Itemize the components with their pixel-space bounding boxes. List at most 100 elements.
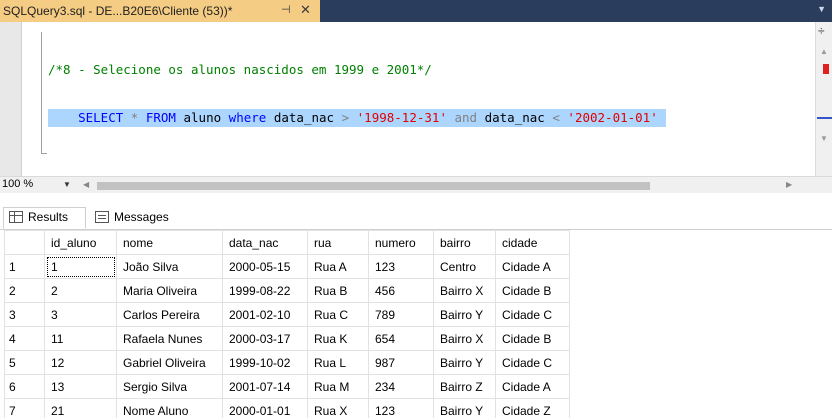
cell-rua[interactable]: Rua X — [307, 398, 369, 418]
cell-bairro[interactable]: Bairro Z — [433, 374, 496, 399]
row-number[interactable]: 2 — [4, 278, 45, 303]
scroll-up-icon[interactable]: ▲ — [820, 47, 828, 56]
cell-cidade[interactable]: Cidade A — [495, 254, 570, 279]
cell-rua[interactable]: Rua B — [307, 278, 369, 303]
cell-rua[interactable]: Rua A — [307, 254, 369, 279]
scroll-left-icon[interactable]: ◀ — [83, 180, 89, 189]
cell-bairro[interactable]: Bairro X — [433, 326, 496, 351]
keyword-select: SELECT — [78, 110, 124, 125]
document-tab[interactable]: SQLQuery3.sql - DE...B20E6\Cliente (53))… — [0, 0, 320, 22]
cell-numero[interactable]: 987 — [368, 350, 434, 375]
editor-vertical-scrollbar[interactable]: ÷ ▲ ▼ — [815, 22, 832, 176]
cell-numero[interactable]: 456 — [368, 278, 434, 303]
scroll-down-icon[interactable]: ▼ — [820, 134, 828, 143]
cell-numero[interactable]: 123 — [368, 398, 434, 418]
cell-nome[interactable]: Gabriel Oliveira — [116, 350, 223, 375]
row-number[interactable]: 4 — [4, 326, 45, 351]
row-number[interactable]: 1 — [4, 254, 45, 279]
header-nome[interactable]: nome — [116, 230, 223, 255]
cell-data_nac[interactable]: 2001-07-14 — [222, 374, 308, 399]
row-number[interactable]: 3 — [4, 302, 45, 327]
error-marker — [823, 64, 829, 74]
cell-cidade[interactable]: Cidade B — [495, 278, 570, 303]
row-number[interactable]: 6 — [4, 374, 45, 399]
header-bairro[interactable]: bairro — [433, 230, 496, 255]
chevron-down-icon[interactable]: ▼ — [63, 180, 71, 189]
header-rua[interactable]: rua — [307, 230, 369, 255]
row-number[interactable]: 5 — [4, 350, 45, 375]
horizontal-scroll-thumb[interactable] — [97, 182, 650, 190]
cell-cidade[interactable]: Cidade C — [495, 350, 570, 375]
cell-data_nac[interactable]: 2000-03-17 — [222, 326, 308, 351]
table-row[interactable]: 7 21 Nome Aluno 2000-01-01 Rua X 123 Bai… — [4, 398, 570, 418]
cell-id_aluno[interactable]: 12 — [44, 350, 117, 375]
split-icon[interactable]: ÷ — [818, 24, 825, 38]
tab-messages-label: Messages — [114, 210, 169, 224]
cell-data_nac[interactable]: 2001-02-10 — [222, 302, 308, 327]
cell-nome[interactable]: Rafaela Nunes — [116, 326, 223, 351]
tab-messages[interactable]: Messages — [95, 206, 169, 228]
tab-overflow-icon[interactable]: ▼ — [817, 4, 826, 14]
cell-id_aluno[interactable]: 1 — [44, 254, 117, 279]
cell-numero[interactable]: 789 — [368, 302, 434, 327]
table-row[interactable]: 5 12 Gabriel Oliveira 1999-10-02 Rua L 9… — [4, 350, 570, 375]
editor-gutter — [0, 22, 22, 176]
code-text[interactable]: /*8 - Selecione os alunos nascidos em 19… — [48, 31, 666, 157]
cell-rua[interactable]: Rua L — [307, 350, 369, 375]
header-numero[interactable]: numero — [368, 230, 434, 255]
close-icon[interactable]: ✕ — [300, 2, 311, 18]
table-row[interactable]: 1 1 João Silva 2000-05-15 Rua A 123 Cent… — [4, 254, 570, 279]
tab-results[interactable]: Results — [9, 206, 68, 228]
code-line-comment: /*8 - Selecione os alunos nascidos em 19… — [48, 61, 666, 79]
cell-bairro[interactable]: Bairro Y — [433, 350, 496, 375]
cell-data_nac[interactable]: 1999-08-22 — [222, 278, 308, 303]
cell-rua[interactable]: Rua C — [307, 302, 369, 327]
cell-cidade[interactable]: Cidade B — [495, 326, 570, 351]
token-and: and — [454, 110, 478, 125]
cell-id_aluno[interactable]: 21 — [44, 398, 117, 418]
cell-cidade[interactable]: Cidade A — [495, 374, 570, 399]
table-row[interactable]: 4 11 Rafaela Nunes 2000-03-17 Rua K 654 … — [4, 326, 570, 351]
keyword-where: where — [228, 110, 267, 125]
cell-data_nac[interactable]: 1999-10-02 — [222, 350, 308, 375]
cell-nome[interactable]: Sergio Silva — [116, 374, 223, 399]
cell-id_aluno[interactable]: 3 — [44, 302, 117, 327]
cell-numero[interactable]: 234 — [368, 374, 434, 399]
row-number[interactable]: 7 — [4, 398, 45, 418]
header-cidade[interactable]: cidade — [495, 230, 570, 255]
cell-id_aluno[interactable]: 11 — [44, 326, 117, 351]
cell-numero[interactable]: 654 — [368, 326, 434, 351]
scroll-right-icon[interactable]: ▶ — [786, 180, 792, 189]
cell-numero[interactable]: 123 — [368, 254, 434, 279]
cell-cidade[interactable]: Cidade C — [495, 302, 570, 327]
cell-cidade[interactable]: Cidade Z — [495, 398, 570, 418]
cell-bairro[interactable]: Bairro Y — [433, 302, 496, 327]
cell-bairro[interactable]: Bairro X — [433, 278, 496, 303]
cell-rua[interactable]: Rua K — [307, 326, 369, 351]
token-column: data_nac — [273, 110, 335, 125]
cell-bairro[interactable]: Centro — [433, 254, 496, 279]
table-row[interactable]: 6 13 Sergio Silva 2001-07-14 Rua M 234 B… — [4, 374, 570, 399]
table-row[interactable]: 3 3 Carlos Pereira 2001-02-10 Rua C 789 … — [4, 302, 570, 327]
results-grid[interactable]: id_aluno nome data_nac rua numero bairro… — [0, 230, 832, 418]
token-lt: < — [552, 110, 560, 125]
cell-id_aluno[interactable]: 13 — [44, 374, 117, 399]
results-area-top — [0, 193, 832, 204]
cell-nome[interactable]: Maria Oliveira — [116, 278, 223, 303]
cell-bairro[interactable]: Bairro Y — [433, 398, 496, 418]
query-editor[interactable]: /*8 - Selecione os alunos nascidos em 19… — [0, 22, 832, 176]
cell-rua[interactable]: Rua M — [307, 374, 369, 399]
zoom-level[interactable]: 100 % — [2, 178, 33, 190]
cell-nome[interactable]: Nome Aluno — [116, 398, 223, 418]
cell-id_aluno[interactable]: 2 — [44, 278, 117, 303]
header-id_aluno[interactable]: id_aluno — [44, 230, 117, 255]
cell-nome[interactable]: Carlos Pereira — [116, 302, 223, 327]
document-tab-bar: SQLQuery3.sql - DE...B20E6\Cliente (53))… — [0, 0, 832, 22]
header-rownum[interactable] — [4, 230, 45, 255]
table-row[interactable]: 2 2 Maria Oliveira 1999-08-22 Rua B 456 … — [4, 278, 570, 303]
pin-icon[interactable]: ⊣ — [281, 3, 291, 16]
header-data_nac[interactable]: data_nac — [222, 230, 308, 255]
cell-data_nac[interactable]: 2000-05-15 — [222, 254, 308, 279]
cell-nome[interactable]: João Silva — [116, 254, 223, 279]
cell-data_nac[interactable]: 2000-01-01 — [222, 398, 308, 418]
